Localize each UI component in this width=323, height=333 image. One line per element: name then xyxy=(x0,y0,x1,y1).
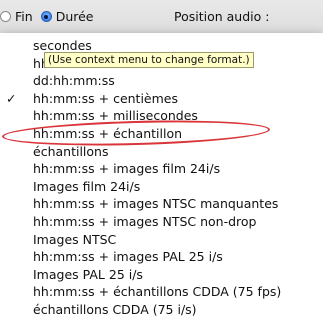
radio-duree-label: Durée xyxy=(55,9,94,24)
menu-item[interactable]: hh:mm:ss + images PAL 25 i/s xyxy=(33,249,223,264)
menu-item[interactable]: échantillons xyxy=(33,144,108,159)
menu-item[interactable]: hh:mm:ss + centièmes xyxy=(33,91,178,106)
menu-item[interactable]: Images PAL 25 i/s xyxy=(33,267,143,282)
radio-duree-circle-icon[interactable] xyxy=(40,11,52,22)
menu-item[interactable]: secondes xyxy=(33,38,92,53)
radio-duree[interactable]: Durée xyxy=(40,9,94,24)
time-format-menu: secondeshh:mm:ssdd:hh:mm:sshh:mm:ss + ce… xyxy=(0,33,323,333)
radio-fin-circle-icon[interactable] xyxy=(0,11,11,22)
menu-item[interactable]: hh:mm:ss + échantillon xyxy=(33,126,182,141)
menu-item[interactable]: échantillons CDDA (75 i/s) xyxy=(33,302,197,317)
menu-item[interactable]: hh:mm:ss + échantillons CDDA (75 fps) xyxy=(33,284,281,299)
menu-item[interactable]: hh:mm:ss + images NTSC manquantes xyxy=(33,196,278,211)
menu-item[interactable]: Images film 24i/s xyxy=(33,179,140,194)
menu-item[interactable]: Images NTSC xyxy=(33,232,116,247)
radio-fin-label: Fin xyxy=(15,9,33,24)
menu-item[interactable]: hh:mm:ss + millisecondes xyxy=(33,108,198,123)
toolbar: Fin Durée Position audio : xyxy=(0,0,323,36)
end-duration-radio-group: Fin Durée xyxy=(0,9,101,24)
menu-item[interactable]: dd:hh:mm:ss xyxy=(33,73,115,88)
radio-dot-icon xyxy=(44,14,49,19)
radio-fin[interactable]: Fin xyxy=(0,9,33,24)
format-tooltip: (Use context menu to change format.) xyxy=(44,52,254,68)
menu-item[interactable]: hh:mm:ss + images NTSC non-drop xyxy=(33,214,257,229)
menu-item[interactable]: hh:mm:ss + images film 24i/s xyxy=(33,161,220,176)
position-audio-label: Position audio : xyxy=(174,9,270,24)
checkmark-icon: ✓ xyxy=(6,90,17,106)
